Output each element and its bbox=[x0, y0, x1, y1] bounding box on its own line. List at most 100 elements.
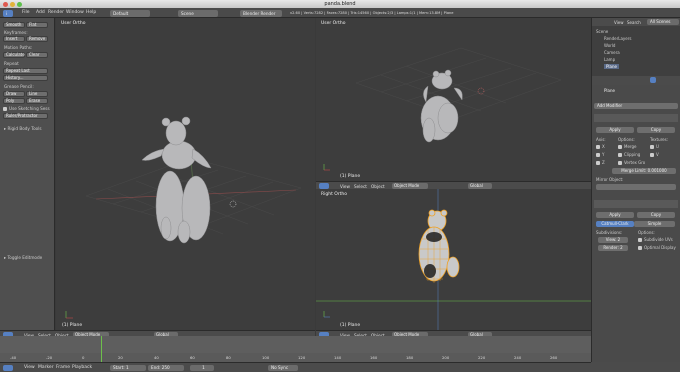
repeat-last-button[interactable]: Repeat Last bbox=[3, 68, 48, 74]
ruler-button[interactable]: Ruler/Protractor bbox=[3, 113, 48, 119]
subsurf-apply-button[interactable]: Apply bbox=[596, 212, 634, 218]
outliner-item-renderlayers[interactable]: RenderLayers bbox=[604, 36, 631, 41]
editor-type-icon[interactable]: i bbox=[3, 9, 13, 17]
line-button[interactable]: Line bbox=[26, 91, 48, 97]
mirror-modifier-header[interactable] bbox=[594, 114, 678, 122]
subdivide-uvs-label: Subdivide UVs bbox=[644, 237, 673, 242]
use-sketching-checkbox[interactable] bbox=[3, 107, 7, 111]
timeline-tick: -40 bbox=[10, 355, 17, 360]
insert-keyframe-button[interactable]: Insert bbox=[3, 36, 25, 42]
menu-window[interactable]: Window bbox=[66, 10, 84, 15]
zoom-window-icon[interactable] bbox=[17, 1, 22, 7]
rigid-body-label: Rigid Body Tools bbox=[7, 126, 42, 131]
viewport-left[interactable]: User Ortho (1) Plane bbox=[56, 18, 315, 330]
timeline-tick: 20 bbox=[118, 355, 123, 360]
outliner-item-lamp[interactable]: Lamp bbox=[604, 57, 615, 62]
scene-selector[interactable]: Scene bbox=[178, 9, 218, 17]
textures-header: Textures: bbox=[650, 137, 669, 142]
mirror-apply-button[interactable]: Apply bbox=[596, 127, 634, 133]
subsurf-copy-button[interactable]: Copy bbox=[637, 212, 675, 218]
flat-button[interactable]: Flat bbox=[26, 22, 48, 28]
clipping-checkbox[interactable] bbox=[618, 153, 622, 157]
rigid-body-tools-panel[interactable]: ▸ Rigid Body Tools bbox=[4, 126, 42, 131]
merge-limit-field[interactable]: Merge Limit: 0.001000 bbox=[612, 168, 676, 174]
properties-tabs bbox=[592, 76, 680, 85]
texture-u-label: U bbox=[656, 144, 659, 149]
axis-y-checkbox[interactable] bbox=[596, 153, 600, 157]
close-window-icon[interactable] bbox=[3, 1, 8, 7]
viewport-top-right-scene bbox=[323, 47, 562, 171]
mirror-object-label: Mirror Object: bbox=[596, 177, 624, 182]
outliner-item-plane[interactable]: Plane bbox=[604, 64, 619, 69]
keyframes-header: Keyframes: bbox=[4, 30, 28, 35]
outliner-item-world[interactable]: World bbox=[604, 43, 615, 48]
timeline-tick: 120 bbox=[298, 355, 306, 360]
history-button[interactable]: History... bbox=[3, 75, 48, 81]
vertex-groups-checkbox[interactable] bbox=[618, 161, 622, 165]
clipping-label: Clipping bbox=[624, 152, 641, 157]
catmull-clark-button[interactable]: Catmull-Clark bbox=[596, 221, 634, 227]
clear-button[interactable]: Clear bbox=[26, 52, 48, 58]
texture-u-checkbox[interactable] bbox=[650, 145, 654, 149]
options-header: Options: bbox=[618, 137, 635, 142]
tool-shelf: Smooth Flat Keyframes: Insert Remove Mot… bbox=[0, 18, 55, 330]
sync-mode-selector[interactable]: No Sync bbox=[268, 365, 298, 371]
merge-checkbox[interactable] bbox=[618, 145, 622, 149]
menu-help[interactable]: Help bbox=[86, 10, 96, 15]
editor-type-icon-timeline[interactable] bbox=[3, 365, 13, 371]
layout-selector[interactable]: Default bbox=[110, 9, 150, 17]
mirror-object-field[interactable] bbox=[596, 184, 676, 190]
mirror-copy-button[interactable]: Copy bbox=[637, 127, 675, 133]
outliner-item-scene[interactable]: Scene bbox=[596, 29, 608, 34]
view-levels-field[interactable]: View: 2 bbox=[598, 237, 628, 243]
axis-z-checkbox[interactable] bbox=[596, 161, 600, 165]
texture-v-label: V bbox=[656, 152, 659, 157]
subsurf-modifier-header[interactable] bbox=[594, 200, 678, 208]
timeline-tick: 0 bbox=[82, 355, 85, 360]
menu-marker[interactable]: Marker bbox=[38, 365, 54, 370]
menu-render[interactable]: Render bbox=[48, 10, 64, 15]
viewport-top-right-footer: (1) Plane bbox=[340, 174, 361, 179]
render-levels-field[interactable]: Render: 2 bbox=[598, 245, 628, 251]
add-modifier-button[interactable]: Add Modifier bbox=[594, 103, 678, 109]
axis-x-checkbox[interactable] bbox=[596, 145, 600, 149]
end-frame-field[interactable]: End: 250 bbox=[148, 365, 184, 371]
timeline-track[interactable] bbox=[0, 336, 591, 353]
timeline-tick: 140 bbox=[334, 355, 342, 360]
poly-button[interactable]: Poly bbox=[3, 98, 25, 104]
remove-keyframe-button[interactable]: Remove bbox=[26, 36, 48, 42]
texture-v-checkbox[interactable] bbox=[650, 153, 654, 157]
outliner-menu-view[interactable]: View bbox=[614, 20, 624, 25]
menu-add[interactable]: Add bbox=[36, 10, 45, 15]
draw-button[interactable]: Draw bbox=[3, 91, 25, 97]
render-engine-selector[interactable]: Blender Render bbox=[240, 9, 282, 17]
subsurf-options-header: Options: bbox=[638, 230, 655, 235]
menu-file[interactable]: File bbox=[22, 10, 30, 15]
smooth-button[interactable]: Smooth bbox=[3, 22, 25, 28]
calculate-button[interactable]: Calculate bbox=[3, 52, 25, 58]
properties-footer bbox=[591, 362, 680, 372]
subdivide-uvs-checkbox[interactable] bbox=[638, 238, 642, 242]
outliner-item-camera[interactable]: Camera bbox=[604, 50, 620, 55]
viewport-bottom-right[interactable]: Right Ortho (1) Plane bbox=[316, 189, 591, 330]
menu-view-timeline[interactable]: View bbox=[24, 365, 35, 370]
viewport-top-right[interactable]: User Ortho (1) Plane bbox=[316, 18, 591, 181]
timeline-tick: 160 bbox=[370, 355, 378, 360]
current-frame-cursor[interactable] bbox=[101, 336, 102, 362]
axis-header: Axis: bbox=[596, 137, 606, 142]
toggle-editmode-panel[interactable]: ▸ Toggle Editmode bbox=[4, 255, 42, 260]
minimize-window-icon[interactable] bbox=[10, 1, 15, 7]
modifier-tab-icon[interactable] bbox=[650, 77, 656, 83]
optimal-display-checkbox[interactable] bbox=[638, 246, 642, 250]
outliner-menu-search[interactable]: Search bbox=[627, 20, 641, 25]
simple-button[interactable]: Simple bbox=[634, 221, 675, 227]
menu-frame[interactable]: Frame bbox=[56, 365, 70, 370]
grease-pencil-header: Grease Pencil: bbox=[4, 84, 34, 89]
start-frame-field[interactable]: Start: 1 bbox=[110, 365, 146, 371]
current-frame-field[interactable]: 1 bbox=[190, 365, 214, 371]
erase-button[interactable]: Erase bbox=[26, 98, 48, 104]
menu-playback[interactable]: Playback bbox=[72, 365, 92, 370]
outliner-scope-selector[interactable]: All Scenes bbox=[647, 19, 679, 25]
view3d-header-top-right: View Select Object Object Mode Global bbox=[316, 181, 591, 189]
timeline[interactable]: -40 -20 0 20 40 60 80 100 120 140 160 180 200 220 240 2… bbox=[0, 336, 591, 362]
